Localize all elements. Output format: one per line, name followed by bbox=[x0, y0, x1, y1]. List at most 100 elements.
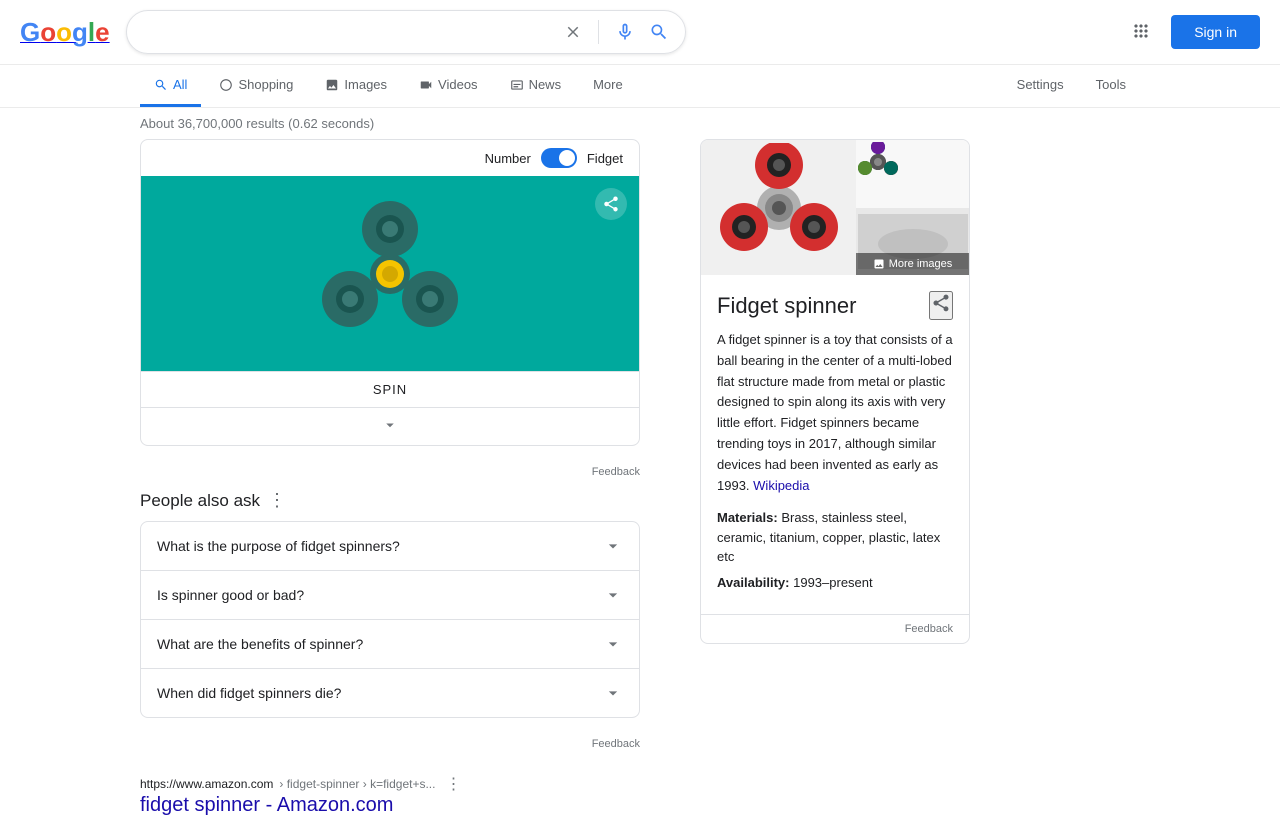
result-url: https://www.amazon.com › fidget-spinner … bbox=[140, 774, 640, 794]
chevron-down-icon bbox=[603, 536, 623, 556]
result-breadcrumb: › fidget-spinner › k=fidget+s... bbox=[279, 777, 435, 791]
availability-value: 1993–present bbox=[793, 575, 873, 590]
search-input[interactable]: fidget spinner bbox=[141, 23, 562, 41]
paa-question-2: Is spinner good or bad? bbox=[157, 587, 304, 603]
tab-shopping[interactable]: Shopping bbox=[205, 65, 307, 107]
nav-tabs: All Shopping Images Videos News More Set… bbox=[0, 65, 1280, 108]
paa-question-1: What is the purpose of fidget spinners? bbox=[157, 538, 400, 554]
fidget-label: Fidget bbox=[587, 151, 623, 166]
tab-news[interactable]: News bbox=[496, 65, 576, 107]
paa-options-button[interactable]: ⋮ bbox=[268, 490, 286, 511]
images-icon bbox=[325, 78, 339, 92]
tools-label: Tools bbox=[1096, 77, 1126, 92]
chevron-down-icon bbox=[603, 683, 623, 703]
people-also-ask-section: People also ask ⋮ What is the purpose of… bbox=[140, 490, 640, 718]
image-icon bbox=[873, 258, 885, 270]
kp-main-image[interactable] bbox=[701, 140, 856, 275]
search-tab-icon bbox=[154, 78, 168, 92]
colorful-spinners-image bbox=[858, 142, 968, 207]
results-count: About 36,700,000 results (0.62 seconds) bbox=[0, 108, 1280, 139]
kp-images: More images bbox=[701, 140, 969, 275]
settings-link[interactable]: Settings bbox=[1003, 65, 1078, 107]
more-images-label: More images bbox=[889, 258, 953, 270]
kp-fact-materials: Materials: Brass, stainless steel, ceram… bbox=[717, 508, 953, 567]
tab-videos[interactable]: Videos bbox=[405, 65, 492, 107]
tab-videos-label: Videos bbox=[438, 77, 478, 92]
paa-item[interactable]: What are the benefits of spinner? bbox=[140, 620, 640, 669]
videos-icon bbox=[419, 78, 433, 92]
amazon-result: https://www.amazon.com › fidget-spinner … bbox=[140, 774, 640, 817]
spin-button[interactable]: SPIN bbox=[141, 371, 639, 407]
paa-header: People also ask ⋮ bbox=[140, 490, 640, 511]
paa-question-4: When did fidget spinners die? bbox=[157, 685, 341, 701]
kp-feedback[interactable]: Feedback bbox=[701, 614, 969, 643]
tab-news-label: News bbox=[529, 77, 562, 92]
tab-images[interactable]: Images bbox=[311, 65, 401, 107]
share-icon bbox=[931, 293, 951, 313]
result-options-button[interactable]: ⋮ bbox=[445, 774, 461, 794]
clear-search-button[interactable] bbox=[562, 21, 584, 43]
paa-item[interactable]: What is the purpose of fidget spinners? bbox=[140, 521, 640, 571]
share-icon bbox=[602, 195, 620, 213]
main-content: Number Fidget bbox=[0, 139, 1280, 817]
settings-label: Settings bbox=[1017, 77, 1064, 92]
result-title-link[interactable]: fidget spinner - Amazon.com bbox=[140, 794, 393, 816]
voice-search-button[interactable] bbox=[613, 20, 637, 44]
wikipedia-link[interactable]: Wikipedia bbox=[753, 478, 809, 493]
toggle-knob bbox=[559, 150, 575, 166]
close-icon bbox=[564, 23, 582, 41]
toggle-switch[interactable] bbox=[541, 148, 577, 168]
paa-item[interactable]: When did fidget spinners die? bbox=[140, 669, 640, 718]
number-label: Number bbox=[485, 151, 531, 166]
signin-button[interactable]: Sign in bbox=[1171, 15, 1260, 49]
tab-all-label: All bbox=[173, 77, 187, 92]
availability-label: Availability: bbox=[717, 575, 789, 590]
tab-more-label: More bbox=[593, 77, 623, 92]
left-column: Number Fidget bbox=[140, 139, 640, 817]
fidget-spinner-image bbox=[709, 143, 849, 273]
tab-more[interactable]: More bbox=[579, 65, 637, 107]
spinner-expand-button[interactable] bbox=[141, 407, 639, 445]
spinner-graphic bbox=[290, 184, 490, 364]
tab-shopping-label: Shopping bbox=[238, 77, 293, 92]
tools-link[interactable]: Tools bbox=[1082, 65, 1140, 107]
search-submit-button[interactable] bbox=[647, 20, 671, 44]
result-domain: https://www.amazon.com bbox=[140, 777, 273, 791]
paa-title: People also ask bbox=[140, 491, 260, 511]
kp-side-images: More images bbox=[856, 140, 969, 275]
google-logo[interactable]: Google bbox=[20, 17, 110, 48]
kp-share-button[interactable] bbox=[929, 291, 953, 320]
apps-grid-icon bbox=[1131, 21, 1151, 41]
spinner-feedback[interactable]: Feedback bbox=[140, 462, 640, 490]
header-right: Sign in bbox=[1123, 13, 1260, 52]
paa-feedback[interactable]: Feedback bbox=[140, 734, 640, 766]
chevron-down-icon bbox=[381, 416, 399, 434]
kp-bottom-image[interactable]: More images bbox=[856, 208, 969, 275]
more-images-overlay[interactable]: More images bbox=[856, 253, 969, 275]
kp-facts: Materials: Brass, stainless steel, ceram… bbox=[717, 508, 953, 592]
apps-button[interactable] bbox=[1123, 13, 1159, 52]
paa-question-3: What are the benefits of spinner? bbox=[157, 636, 363, 652]
share-spinner-button[interactable] bbox=[595, 188, 627, 220]
chevron-down-icon bbox=[603, 634, 623, 654]
header: Google fidget spinner bbox=[0, 0, 1280, 65]
spinner-header: Number Fidget bbox=[141, 140, 639, 176]
divider bbox=[598, 20, 599, 44]
knowledge-panel: More images Fidget spinner A fidget spin… bbox=[700, 139, 970, 644]
paa-item[interactable]: Is spinner good or bad? bbox=[140, 571, 640, 620]
tab-all[interactable]: All bbox=[140, 65, 201, 107]
materials-label: Materials: bbox=[717, 510, 778, 525]
microphone-icon bbox=[615, 22, 635, 42]
search-icon bbox=[649, 22, 669, 42]
right-column: More images Fidget spinner A fidget spin… bbox=[700, 139, 970, 817]
tab-images-label: Images bbox=[344, 77, 387, 92]
kp-fact-availability: Availability: 1993–present bbox=[717, 573, 953, 593]
kp-description: A fidget spinner is a toy that consists … bbox=[717, 330, 953, 496]
shopping-icon bbox=[219, 78, 233, 92]
chevron-down-icon bbox=[603, 585, 623, 605]
kp-top-image[interactable] bbox=[856, 140, 969, 208]
search-box: fidget spinner bbox=[126, 10, 686, 54]
spinner-canvas bbox=[141, 176, 639, 371]
kp-title-row: Fidget spinner bbox=[717, 291, 953, 320]
kp-title: Fidget spinner bbox=[717, 293, 856, 319]
